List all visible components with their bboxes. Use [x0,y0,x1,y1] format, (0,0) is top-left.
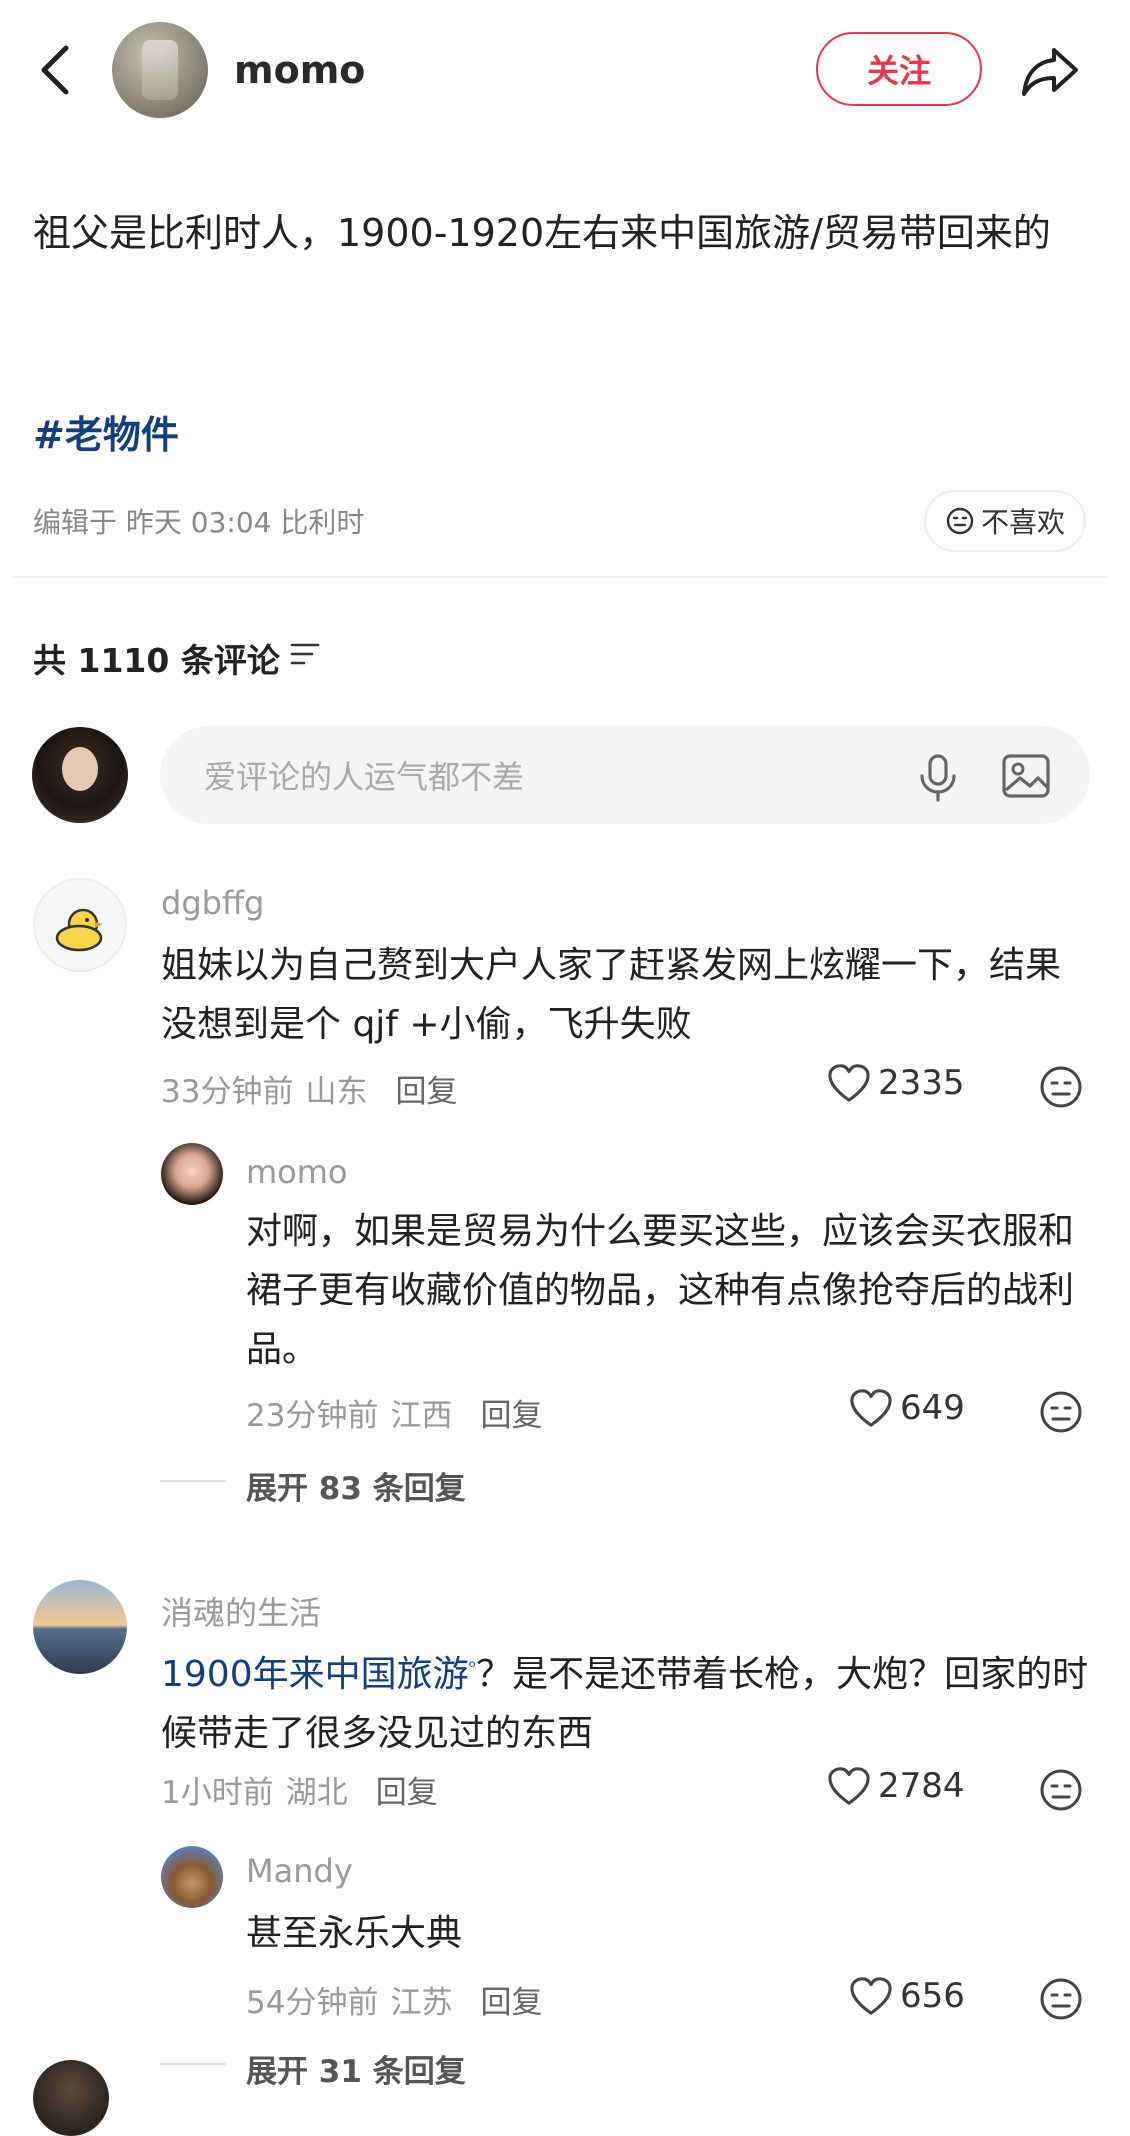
reply-button[interactable]: 回复 [480,1977,542,2022]
dislike-face-icon[interactable] [1038,1064,1084,1110]
reply-meta: 54分钟前 江苏 回复 [246,1977,542,2022]
comment-location: 山东 [305,1074,368,1110]
image-upload-icon[interactable] [998,748,1054,804]
expand-replies-button[interactable]: 展开 83 条回复 [246,1463,466,1508]
top-bar: momo 关注 [0,0,1130,150]
comment-text: 1900年来中国旅游ᵒ？是不是还带着长枪，大炮？回家的时候带走了很多没见过的东西 [161,1638,1091,1763]
reply-button[interactable]: 回复 [395,1066,457,1111]
divider [12,576,1108,578]
reply-text: 对啊，如果是贸易为什么要买这些，应该会买衣服和裙子更有收藏价值的物品，这种有点像… [246,1211,1075,1370]
reply-time: 54分钟前 [246,1985,379,2021]
follow-button[interactable]: 关注 [816,32,982,106]
like-button[interactable]: 656 [848,1975,965,2017]
comment-time: 1小时前 [161,1775,274,1811]
dislike-face-icon[interactable] [1038,1389,1084,1435]
reply-username[interactable]: Mandy [246,1852,353,1890]
commenter-avatar[interactable] [33,1580,127,1674]
hashtag-link[interactable]: #老物件 [33,404,179,459]
comment-time: 33分钟前 [161,1074,294,1110]
like-button[interactable]: 2335 [826,1062,965,1104]
my-avatar[interactable] [32,727,128,823]
like-count: 2784 [878,1766,965,1806]
dislike-button[interactable]: 不喜欢 [924,490,1086,552]
share-arrow-icon [1022,48,1078,96]
comment-text: 姐妹以为自己赘到大户人家了赶紧发网上炫耀一下，结果没想到是个 qjf +小偷，飞… [161,945,1062,1045]
search-small-icon: ᵒ [468,1657,477,1678]
dislike-face-icon[interactable] [1038,1976,1084,2022]
dislike-face-icon[interactable] [1038,1767,1084,1813]
reply-avatar[interactable] [161,1143,223,1205]
heart-icon [850,1389,892,1427]
comment-username[interactable]: 消魂的生活 [161,1588,321,1634]
like-count: 2335 [878,1063,965,1103]
commenter-avatar[interactable] [33,2060,109,2136]
expand-divider [160,1480,226,1482]
post-meta: 编辑于 昨天 03:04 比利时 [33,506,365,539]
reply-location: 江西 [390,1398,453,1434]
reply-location: 江苏 [390,1985,453,2021]
post-text: 祖父是比利时人，1900-1920左右来中国旅游/贸易带回来的 [33,211,1051,255]
comments-count: 共 1110 条评论 [33,641,280,680]
heart-icon [850,1977,892,2015]
search-link[interactable]: 1900年来中国旅游 [161,1654,469,1695]
chevron-left-icon [41,45,69,95]
comment-username[interactable]: dgbffg [161,884,264,922]
reply-time: 23分钟前 [246,1398,379,1434]
author-name[interactable]: momo [234,48,365,92]
back-button[interactable] [34,40,78,100]
like-button[interactable]: 649 [848,1387,965,1429]
microphone-icon[interactable] [910,748,966,804]
reply-button[interactable]: 回复 [480,1390,542,1435]
reply-avatar[interactable] [161,1846,223,1908]
like-count: 649 [900,1388,965,1428]
comment-meta: 33分钟前 山东 回复 [161,1066,457,1111]
comment-meta: 1小时前 湖北 回复 [161,1767,438,1812]
comment-location: 湖北 [285,1775,348,1811]
heart-icon [828,1767,870,1805]
like-count: 656 [900,1976,965,2016]
reply-username[interactable]: momo [246,1153,348,1191]
author-avatar[interactable] [112,22,208,118]
duck-icon [55,908,103,952]
share-button[interactable] [1018,38,1082,102]
dislike-label: 不喜欢 [980,506,1065,539]
expand-replies-button[interactable]: 展开 31 条回复 [246,2046,466,2091]
reply-meta: 23分钟前 江西 回复 [246,1390,542,1435]
neutral-face-icon [946,507,974,535]
heart-icon [828,1064,870,1102]
sort-icon[interactable] [290,641,320,667]
reply-button[interactable]: 回复 [376,1767,438,1812]
commenter-avatar[interactable] [33,878,127,972]
like-button[interactable]: 2784 [826,1765,965,1807]
reply-text: 甚至永乐大典 [246,1913,463,1954]
expand-divider [160,2063,226,2065]
